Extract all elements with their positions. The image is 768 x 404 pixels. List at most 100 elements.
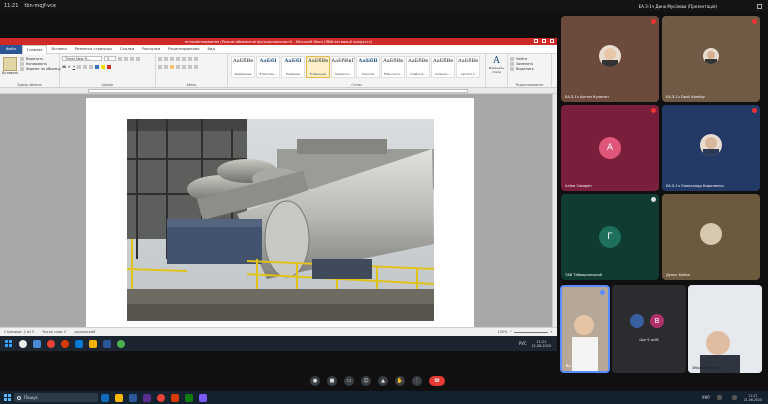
font-color-icon[interactable] [106,64,111,69]
tab-mailings[interactable]: Рассылки [138,47,164,51]
style-item[interactable]: АаБбВвГ Подзагол... [331,56,355,78]
change-styles-button[interactable]: A Изменить стили [486,54,508,88]
windows-start-icon[interactable] [5,340,12,347]
meet-icon[interactable] [117,339,125,348]
edge-icon[interactable] [75,339,83,348]
style-item[interactable]: АаБбВ Строгий [356,56,380,78]
opera-icon[interactable] [171,393,179,402]
camera-icon[interactable]: ■ [327,376,337,386]
numbering-icon[interactable] [164,56,168,61]
select-button[interactable]: Выделить [510,66,549,71]
style-item[interactable]: АаБбВв ¶ Без инте... [381,56,405,78]
search-icon[interactable] [19,339,27,348]
strikethrough-icon[interactable] [76,64,81,69]
teams-icon[interactable] [143,393,151,402]
zoom-out-icon[interactable]: − [509,330,512,334]
file-explorer-icon[interactable] [115,393,123,402]
participant-tile-5[interactable]: Г ТАВ Табаорянський [561,194,659,280]
word-icon[interactable] [129,393,137,402]
align-right-icon[interactable] [170,64,174,69]
font-name-select[interactable]: Times New R... [62,56,102,61]
opera-icon[interactable] [61,339,69,348]
viber-icon[interactable] [199,393,207,402]
borders-icon[interactable] [194,64,198,69]
raise-hand-icon[interactable]: ✋ [395,376,405,386]
vertical-scrollbar[interactable] [552,94,557,327]
chrome-icon[interactable] [47,339,55,348]
document-page[interactable] [86,98,474,327]
tab-file[interactable]: Файл [0,44,22,54]
sort-icon[interactable] [188,56,192,61]
superscript-icon[interactable] [88,64,93,69]
participant-tile-4[interactable]: ЕА.З-1ч Олександр Кириленко [662,105,760,191]
local-start-icon[interactable] [4,394,11,401]
subscript-icon[interactable] [82,64,87,69]
chrome-icon[interactable] [157,393,165,402]
bullets-icon[interactable] [158,56,162,61]
others-tile[interactable]: В Ще 9 осіб [612,285,686,373]
participant-tile-3[interactable]: А Аліна Самарін [561,105,659,191]
tab-home[interactable]: Главная [21,44,48,54]
participant-tile-1[interactable]: ЕА.З-1ч Артем Кулагин [561,16,659,102]
close-icon[interactable] [550,39,554,43]
tab-page-layout[interactable]: Разметка страницы [71,47,116,51]
tab-insert[interactable]: Вставка [47,47,70,51]
zoom-in-icon[interactable]: + [550,330,553,334]
participant-tile-2[interactable]: ЕА.З-1ч Danil Korotky [662,16,760,102]
present-icon[interactable]: ▲ [378,376,388,386]
multilevel-list-icon[interactable] [170,56,174,61]
highlight-icon[interactable] [100,64,105,69]
participant-tile-6[interactable]: Дунас Бойко [662,194,760,280]
increase-indent-icon[interactable] [182,56,186,61]
change-case-icon[interactable] [130,56,134,61]
end-call-button[interactable]: ☎ [429,376,445,386]
file-explorer-icon[interactable] [89,339,97,348]
style-item[interactable]: АаБбI ¶ Заголов... [256,56,280,78]
style-item[interactable]: АаБбВв Выделение [231,56,255,78]
tab-view[interactable]: Вид [203,47,218,51]
layout-icon[interactable] [757,3,762,9]
align-center-icon[interactable] [164,64,168,69]
line-spacing-icon[interactable] [182,64,186,69]
wifi-icon[interactable] [716,395,722,400]
zoom-slider[interactable] [514,331,549,333]
local-search-box[interactable]: Пошук [14,393,98,402]
tab-review[interactable]: Рецензирование [164,47,203,51]
word-icon[interactable] [103,339,111,348]
captions-icon[interactable]: ▭ [344,376,354,386]
zoom-control[interactable]: 100% − + [498,330,553,334]
justify-icon[interactable] [176,64,180,69]
style-item[interactable]: АаБбI Название [281,56,305,78]
text-effects-icon[interactable] [94,64,99,69]
self-menu-icon[interactable] [600,290,605,295]
mic-icon[interactable]: ● [310,376,320,386]
shading-icon[interactable] [188,64,192,69]
self-tile[interactable]: Ви [560,285,610,373]
excel-icon[interactable] [185,393,193,402]
maximize-icon[interactable] [542,39,546,43]
more-options-icon[interactable]: ⋮ [412,376,422,386]
document-area[interactable] [0,94,557,327]
underline-icon[interactable]: Ч [73,65,75,69]
style-item[interactable]: АаБбВв Сильное ... [431,56,455,78]
paste-button[interactable]: Вставить [2,56,18,82]
minimize-icon[interactable] [534,39,538,43]
bold-icon[interactable]: Ж [62,65,66,69]
font-size-select[interactable]: 5 [104,56,116,61]
align-left-icon[interactable] [158,64,162,69]
style-item[interactable]: АаБбВв ¶ Обычный [306,56,330,78]
format-painter-button[interactable]: Формат по образцу [20,66,61,71]
italic-icon[interactable]: К [68,65,70,69]
task-view-icon[interactable] [33,339,41,348]
volume-icon[interactable] [731,395,737,400]
grow-font-icon[interactable] [118,56,122,61]
tab-references[interactable]: Ссылки [116,47,138,51]
edge-icon[interactable] [101,393,109,402]
presenter-small-tile[interactable]: Зібрані Карпан [688,285,762,373]
style-item[interactable]: АаБбВв Цитата 2 [456,56,480,78]
style-item[interactable]: АаБбВв Слабое в... [406,56,430,78]
show-marks-icon[interactable] [194,56,198,61]
emoji-icon[interactable]: ☺ [361,376,371,386]
clear-format-icon[interactable] [136,56,140,61]
decrease-indent-icon[interactable] [176,56,180,61]
